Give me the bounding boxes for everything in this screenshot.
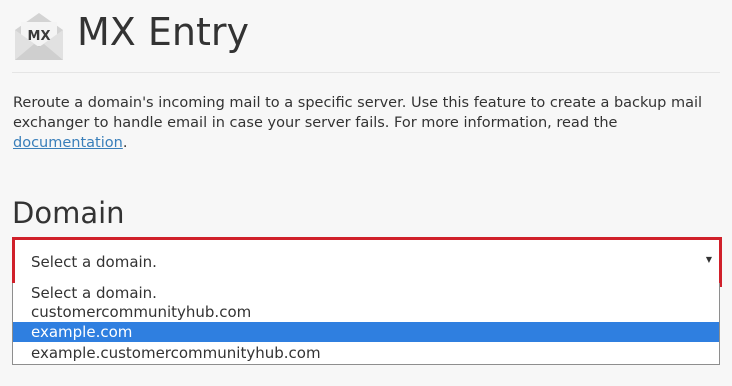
domain-options-list: Select a domain. customercommunityhub.co… [12,283,720,365]
domain-option[interactable]: example.customercommunityhub.com [13,343,719,363]
domain-select-value: Select a domain. [31,253,157,271]
mx-envelope-icon: MX [15,13,63,60]
page-header: MX MX Entry [0,0,732,72]
header-divider [12,72,720,73]
domain-heading: Domain [12,196,125,230]
caret-down-icon: ▼ [705,255,712,264]
domain-option[interactable]: Select a domain. [13,283,719,303]
intro-text: Reroute a domain's incoming mail to a sp… [13,95,703,131]
intro-paragraph: Reroute a domain's incoming mail to a sp… [13,93,718,153]
domain-option[interactable]: customercommunityhub.com [13,302,719,322]
page-title: MX Entry [77,10,250,54]
intro-trailing: . [122,135,128,151]
mx-icon-text: MX [28,29,51,44]
documentation-link[interactable]: documentation [13,135,123,151]
domain-select[interactable]: Select a domain. ▼ [15,240,719,284]
domain-option-selected[interactable]: example.com [13,322,719,342]
